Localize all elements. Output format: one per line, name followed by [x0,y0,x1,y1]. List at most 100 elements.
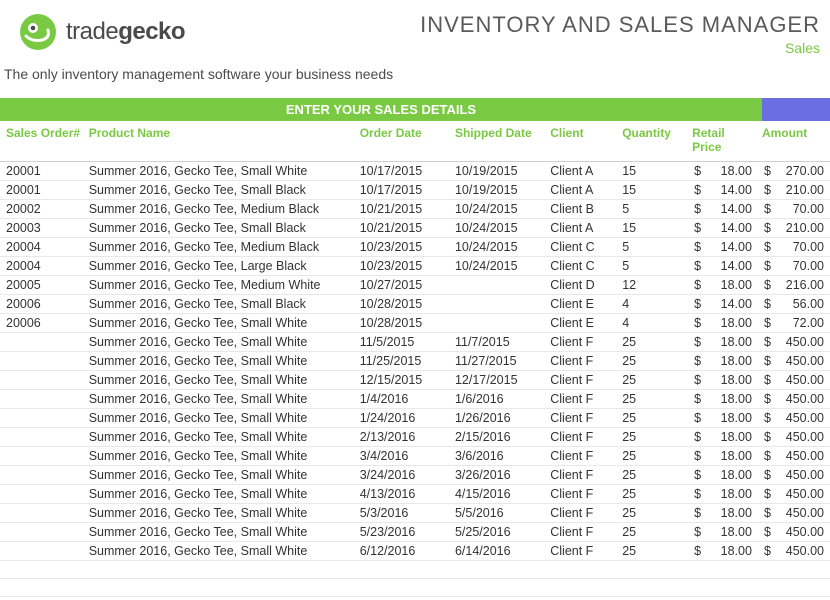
cell-order-date[interactable]: 10/17/2015 [356,180,451,199]
table-row[interactable]: Summer 2016, Gecko Tee, Small White5/3/2… [0,503,830,522]
cell-product[interactable]: Summer 2016, Gecko Tee, Medium White [85,275,356,294]
table-row[interactable]: 20003Summer 2016, Gecko Tee, Small Black… [0,218,830,237]
cell-order[interactable]: 20001 [0,161,85,180]
cell-client[interactable]: Client F [546,370,618,389]
cell-client[interactable]: Client F [546,389,618,408]
table-row[interactable]: Summer 2016, Gecko Tee, Small White12/15… [0,370,830,389]
table-row[interactable]: Summer 2016, Gecko Tee, Small White4/13/… [0,484,830,503]
cell-client[interactable]: Client F [546,332,618,351]
table-row[interactable]: Summer 2016, Gecko Tee, Small White1/24/… [0,408,830,427]
cell-amount[interactable]: $210.00 [758,218,830,237]
cell-price[interactable]: $14.00 [688,256,758,275]
cell-price[interactable]: $18.00 [688,522,758,541]
cell-product[interactable]: Summer 2016, Gecko Tee, Small White [85,332,356,351]
cell-product[interactable]: Summer 2016, Gecko Tee, Small White [85,408,356,427]
table-row[interactable]: Summer 2016, Gecko Tee, Small White6/12/… [0,541,830,560]
col-amount[interactable]: Amount [758,121,830,161]
cell-product[interactable]: Summer 2016, Gecko Tee, Small White [85,541,356,560]
cell-amount[interactable]: $72.00 [758,313,830,332]
cell-order[interactable]: 20001 [0,180,85,199]
cell-order[interactable]: 20004 [0,237,85,256]
cell-order-date[interactable]: 12/15/2015 [356,370,451,389]
cell-amount[interactable]: $70.00 [758,199,830,218]
cell-qty[interactable]: 25 [618,446,688,465]
cell-shipped-date[interactable]: 12/17/2015 [451,370,546,389]
cell-qty[interactable]: 25 [618,484,688,503]
table-row-empty[interactable] [0,578,830,596]
cell-shipped-date[interactable]: 1/26/2016 [451,408,546,427]
cell-order-date[interactable]: 10/21/2015 [356,218,451,237]
cell-product[interactable]: Summer 2016, Gecko Tee, Small White [85,427,356,446]
table-row[interactable]: Summer 2016, Gecko Tee, Small White3/4/2… [0,446,830,465]
cell-order-date[interactable]: 3/4/2016 [356,446,451,465]
cell-order[interactable]: 20003 [0,218,85,237]
cell-price[interactable]: $18.00 [688,427,758,446]
cell-product[interactable]: Summer 2016, Gecko Tee, Small White [85,161,356,180]
table-row[interactable]: Summer 2016, Gecko Tee, Small White11/5/… [0,332,830,351]
cell-qty[interactable]: 25 [618,389,688,408]
cell-product[interactable]: Summer 2016, Gecko Tee, Large Black [85,256,356,275]
cell-order[interactable] [0,446,85,465]
table-row[interactable]: 20004Summer 2016, Gecko Tee, Large Black… [0,256,830,275]
cell-amount[interactable]: $450.00 [758,465,830,484]
cell-client[interactable]: Client E [546,313,618,332]
cell-qty[interactable]: 5 [618,237,688,256]
cell-product[interactable]: Summer 2016, Gecko Tee, Medium Black [85,199,356,218]
cell-qty[interactable]: 15 [618,218,688,237]
cell-price[interactable]: $18.00 [688,313,758,332]
cell-order[interactable] [0,351,85,370]
cell-amount[interactable]: $450.00 [758,427,830,446]
cell-amount[interactable]: $56.00 [758,294,830,313]
cell-order-date[interactable]: 10/28/2015 [356,294,451,313]
cell-shipped-date[interactable]: 10/24/2015 [451,218,546,237]
cell-shipped-date[interactable]: 10/24/2015 [451,199,546,218]
cell-product[interactable]: Summer 2016, Gecko Tee, Small Black [85,218,356,237]
table-row[interactable]: 20005Summer 2016, Gecko Tee, Medium Whit… [0,275,830,294]
cell-client[interactable]: Client C [546,237,618,256]
cell-price[interactable]: $18.00 [688,389,758,408]
cell-shipped-date[interactable]: 3/6/2016 [451,446,546,465]
cell-qty[interactable]: 4 [618,294,688,313]
cell-shipped-date[interactable]: 5/25/2016 [451,522,546,541]
cell-shipped-date[interactable]: 10/19/2015 [451,180,546,199]
cell-client[interactable]: Client D [546,275,618,294]
cell-client[interactable]: Client F [546,484,618,503]
table-row[interactable]: 20002Summer 2016, Gecko Tee, Medium Blac… [0,199,830,218]
cell-amount[interactable]: $450.00 [758,503,830,522]
cell-order[interactable] [0,370,85,389]
cell-amount[interactable]: $450.00 [758,351,830,370]
cell-price[interactable]: $18.00 [688,465,758,484]
cell-order[interactable]: 20006 [0,294,85,313]
cell-price[interactable]: $18.00 [688,484,758,503]
cell-client[interactable]: Client F [546,408,618,427]
cell-order[interactable] [0,503,85,522]
table-row[interactable]: 20006Summer 2016, Gecko Tee, Small White… [0,313,830,332]
col-order[interactable]: Sales Order# [0,121,85,161]
cell-client[interactable]: Client A [546,161,618,180]
cell-qty[interactable]: 25 [618,522,688,541]
cell-product[interactable]: Summer 2016, Gecko Tee, Small White [85,503,356,522]
cell-order-date[interactable]: 2/13/2016 [356,427,451,446]
table-row[interactable]: 20006Summer 2016, Gecko Tee, Small Black… [0,294,830,313]
cell-price[interactable]: $18.00 [688,161,758,180]
cell-order[interactable] [0,408,85,427]
cell-price[interactable]: $18.00 [688,408,758,427]
cell-order-date[interactable]: 6/12/2016 [356,541,451,560]
cell-client[interactable]: Client A [546,180,618,199]
cell-amount[interactable]: $210.00 [758,180,830,199]
cell-client[interactable]: Client F [546,446,618,465]
cell-amount[interactable]: $70.00 [758,237,830,256]
cell-product[interactable]: Summer 2016, Gecko Tee, Small White [85,389,356,408]
cell-qty[interactable]: 25 [618,370,688,389]
cell-shipped-date[interactable] [451,275,546,294]
cell-price[interactable]: $18.00 [688,541,758,560]
cell-client[interactable]: Client C [546,256,618,275]
cell-shipped-date[interactable]: 11/7/2015 [451,332,546,351]
cell-price[interactable]: $14.00 [688,180,758,199]
cell-product[interactable]: Summer 2016, Gecko Tee, Small White [85,484,356,503]
cell-qty[interactable]: 25 [618,408,688,427]
cell-price[interactable]: $18.00 [688,503,758,522]
col-retail-price[interactable]: Retail Price [688,121,758,161]
col-client[interactable]: Client [546,121,618,161]
cell-client[interactable]: Client F [546,427,618,446]
